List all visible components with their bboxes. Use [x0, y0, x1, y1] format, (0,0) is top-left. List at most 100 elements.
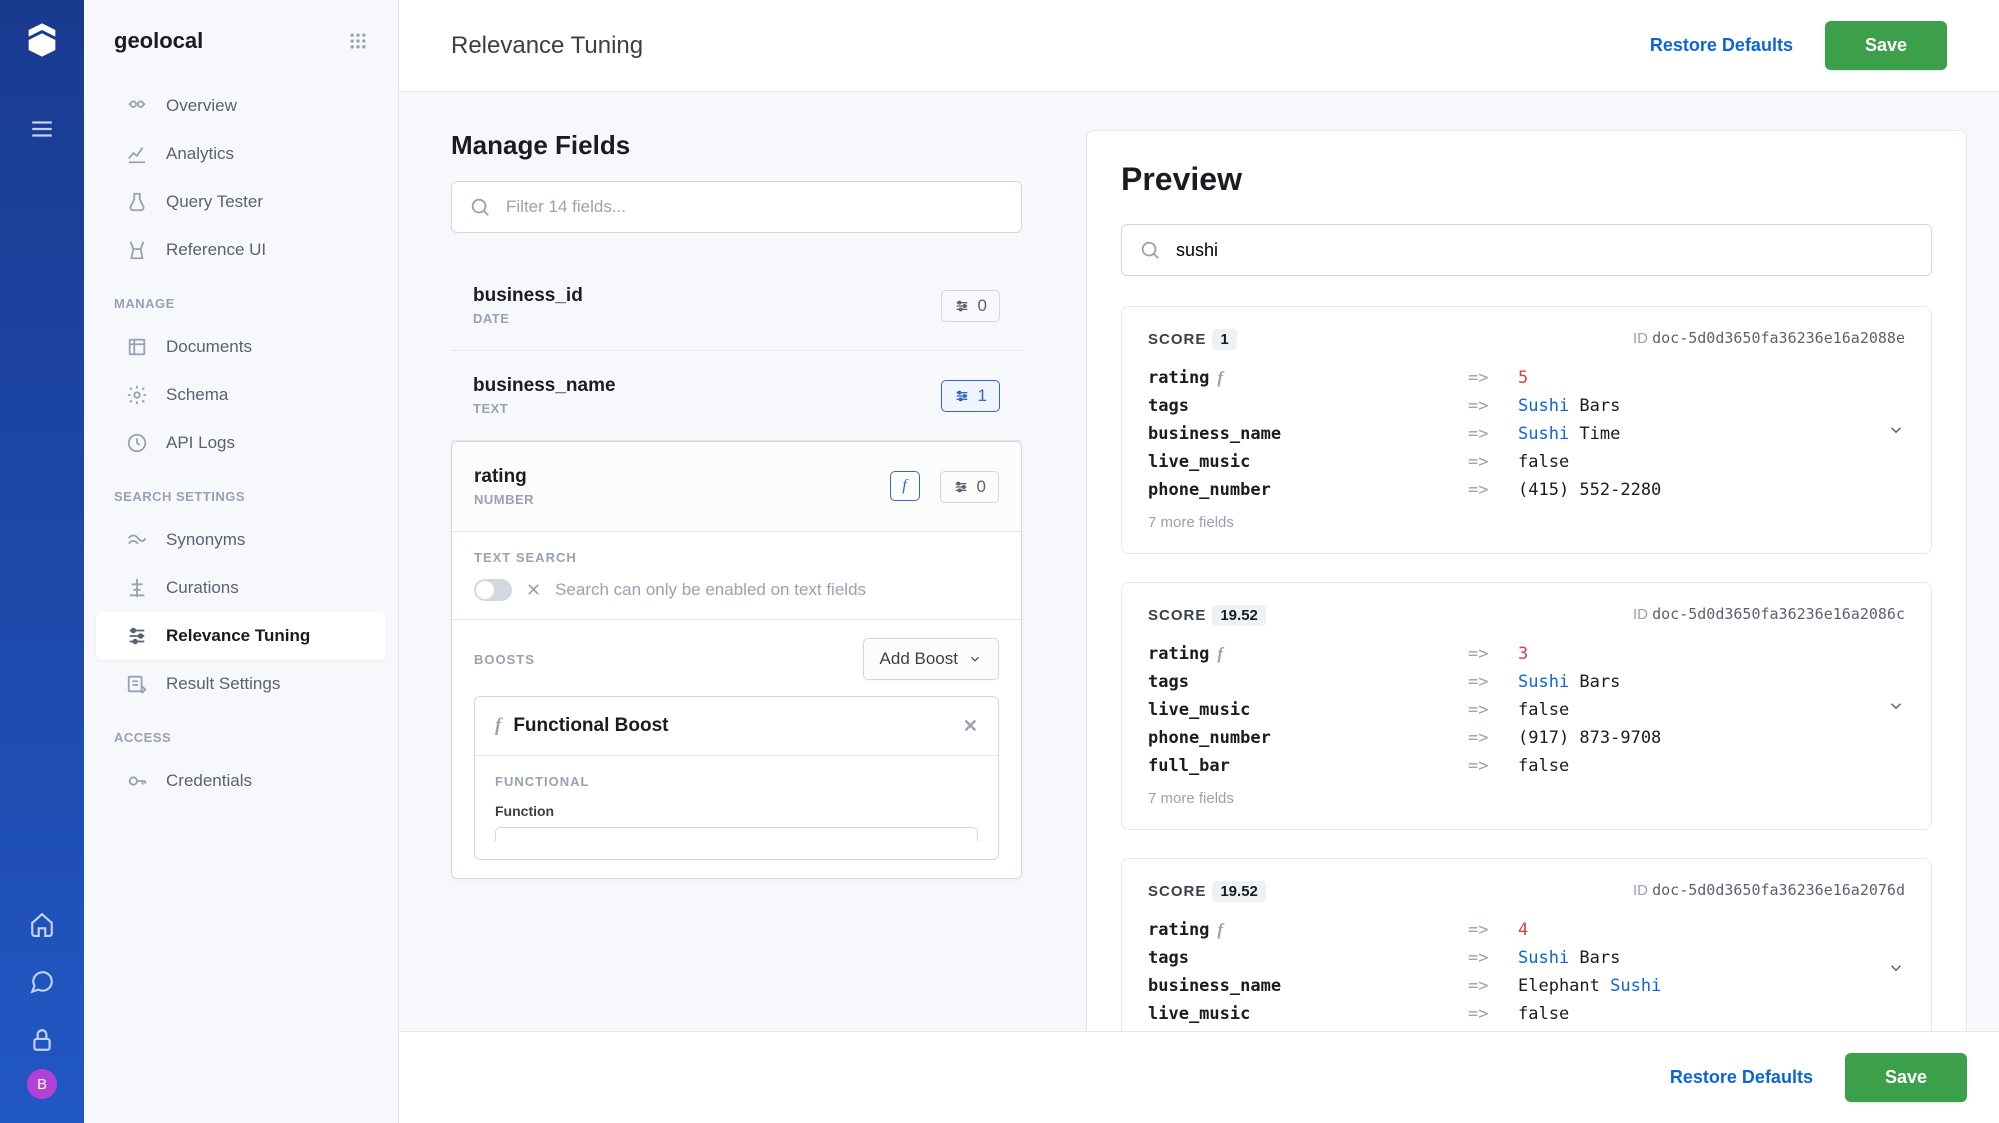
result-card: SCORE19.52 ID doc-5d0d3650fa36236e16a207…: [1121, 858, 1932, 1031]
sidebar-item-label: Result Settings: [166, 674, 280, 694]
preview-search-input[interactable]: [1121, 224, 1932, 276]
manage-fields-panel: Manage Fields business_id DATE 0 busines…: [399, 92, 1054, 1031]
result-field-row: ratingf => 4: [1148, 916, 1905, 944]
reference-ui-icon: [126, 239, 148, 261]
filter-fields-input[interactable]: [451, 181, 1022, 233]
result-field-row: tags => Sushi Bars: [1148, 392, 1905, 420]
result-field-row: live_music => false: [1148, 1000, 1905, 1028]
field-name: business_id: [473, 285, 583, 307]
field-type: NUMBER: [474, 492, 534, 507]
content-area: Relevance Tuning Restore Defaults Save M…: [399, 0, 1999, 1123]
product-logo: [22, 20, 62, 60]
function-field-label: Function: [495, 803, 978, 819]
left-rail: B: [0, 0, 84, 1123]
lock-icon[interactable]: [29, 1027, 55, 1053]
chevron-down-icon[interactable]: [1887, 959, 1905, 977]
manage-fields-title: Manage Fields: [451, 130, 1022, 161]
nav-group-title: MANAGE: [84, 274, 398, 323]
score-label: SCORE: [1148, 607, 1206, 624]
restore-defaults-button-bottom[interactable]: Restore Defaults: [1670, 1067, 1813, 1088]
sidebar-item-label: Curations: [166, 578, 239, 598]
result-field-row: live_music => false: [1148, 696, 1905, 724]
id-label: ID: [1633, 330, 1652, 347]
sidebar-item-credentials[interactable]: Credentials: [96, 757, 386, 805]
more-fields-link[interactable]: 7 more fields: [1148, 514, 1905, 531]
sidebar-item-documents[interactable]: Documents: [96, 323, 386, 371]
field-type: DATE: [473, 311, 583, 326]
chevron-down-icon: [968, 652, 982, 666]
sidebar-item-api-logs[interactable]: API Logs: [96, 419, 386, 467]
save-button[interactable]: Save: [1825, 21, 1947, 70]
score-value: 1: [1212, 329, 1236, 350]
sliders-badge[interactable]: 1: [941, 380, 1000, 412]
more-fields-link[interactable]: 7 more fields: [1148, 790, 1905, 807]
close-icon[interactable]: ✕: [526, 580, 541, 601]
score-value: 19.52: [1212, 605, 1266, 626]
result-field-row: business_name => Elephant Sushi: [1148, 972, 1905, 1000]
sidebar-item-query-tester[interactable]: Query Tester: [96, 178, 386, 226]
result-field-row: business_name => Sushi Time: [1148, 420, 1905, 448]
text-search-hint: Search can only be enabled on text field…: [555, 580, 866, 600]
id-value: doc-5d0d3650fa36236e16a2076d: [1652, 881, 1905, 899]
result-field-row: tags => Sushi Bars: [1148, 944, 1905, 972]
sidebar-item-label: Schema: [166, 385, 228, 405]
user-avatar[interactable]: B: [27, 1069, 57, 1099]
result-field-row: phone_number => (917) 873-9708: [1148, 724, 1905, 752]
result-card: SCORE1 ID doc-5d0d3650fa36236e16a2088e r…: [1121, 306, 1932, 554]
sidebar-item-relevance-tuning[interactable]: Relevance Tuning: [96, 612, 386, 660]
id-value: doc-5d0d3650fa36236e16a2086c: [1652, 605, 1905, 623]
restore-defaults-button[interactable]: Restore Defaults: [1650, 35, 1793, 56]
topbar: Relevance Tuning Restore Defaults Save: [399, 0, 1999, 92]
sidebar-item-label: Relevance Tuning: [166, 626, 310, 646]
sidebar-item-synonyms[interactable]: Synonyms: [96, 516, 386, 564]
result-field-row: full_bar => false: [1148, 752, 1905, 780]
add-boost-button[interactable]: Add Boost: [863, 638, 999, 680]
apps-grid-icon[interactable]: [348, 31, 368, 51]
synonyms-icon: [126, 529, 148, 551]
sliders-badge[interactable]: 0: [941, 290, 1000, 322]
score-value: 19.52: [1212, 881, 1266, 902]
search-icon: [469, 196, 491, 218]
curations-icon: [126, 577, 148, 599]
result-field-row: live_music => false: [1148, 448, 1905, 476]
sliders-badge[interactable]: 0: [940, 471, 999, 503]
result-field-row: ratingf => 3: [1148, 640, 1905, 668]
save-button-bottom[interactable]: Save: [1845, 1053, 1967, 1102]
search-icon: [1139, 239, 1161, 261]
overview-icon: [126, 95, 148, 117]
boosts-label: BOOSTS: [474, 652, 535, 667]
id-value: doc-5d0d3650fa36236e16a2088e: [1652, 329, 1905, 347]
field-row-business_id[interactable]: business_id DATE 0: [451, 261, 1022, 351]
engine-name: geolocal: [114, 28, 203, 54]
close-icon[interactable]: ✕: [963, 716, 978, 737]
nav-group-title: ACCESS: [84, 708, 398, 757]
chevron-down-icon[interactable]: [1887, 697, 1905, 715]
sidebar-item-overview[interactable]: Overview: [96, 82, 386, 130]
text-search-toggle[interactable]: [474, 579, 512, 601]
field-row-business_name[interactable]: business_name TEXT 1: [451, 351, 1022, 441]
sidebar-item-curations[interactable]: Curations: [96, 564, 386, 612]
field-card-rating: rating NUMBER f 0 TEXT SEARCH ✕ Search c…: [451, 441, 1022, 879]
score-label: SCORE: [1148, 331, 1206, 348]
sidebar-item-label: Credentials: [166, 771, 252, 791]
home-icon[interactable]: [29, 911, 55, 937]
schema-icon: [126, 384, 148, 406]
sidebar-item-label: Query Tester: [166, 192, 263, 212]
preview-title: Preview: [1121, 161, 1932, 198]
score-label: SCORE: [1148, 883, 1206, 900]
functional-label: FUNCTIONAL: [495, 774, 978, 789]
sidebar-item-analytics[interactable]: Analytics: [96, 130, 386, 178]
menu-icon[interactable]: [29, 116, 55, 142]
nav-group-title: SEARCH SETTINGS: [84, 467, 398, 516]
sidebar-item-label: Overview: [166, 96, 237, 116]
field-name: business_name: [473, 375, 616, 397]
result-field-row: tags => Sushi Bars: [1148, 668, 1905, 696]
sidebar-item-schema[interactable]: Schema: [96, 371, 386, 419]
function-select[interactable]: [495, 827, 978, 841]
field-name: rating: [474, 466, 534, 488]
chat-icon[interactable]: [29, 969, 55, 995]
sidebar-item-reference-ui[interactable]: Reference UI: [96, 226, 386, 274]
sidebar-item-result-settings[interactable]: Result Settings: [96, 660, 386, 708]
result-card: SCORE19.52 ID doc-5d0d3650fa36236e16a208…: [1121, 582, 1932, 830]
chevron-down-icon[interactable]: [1887, 421, 1905, 439]
